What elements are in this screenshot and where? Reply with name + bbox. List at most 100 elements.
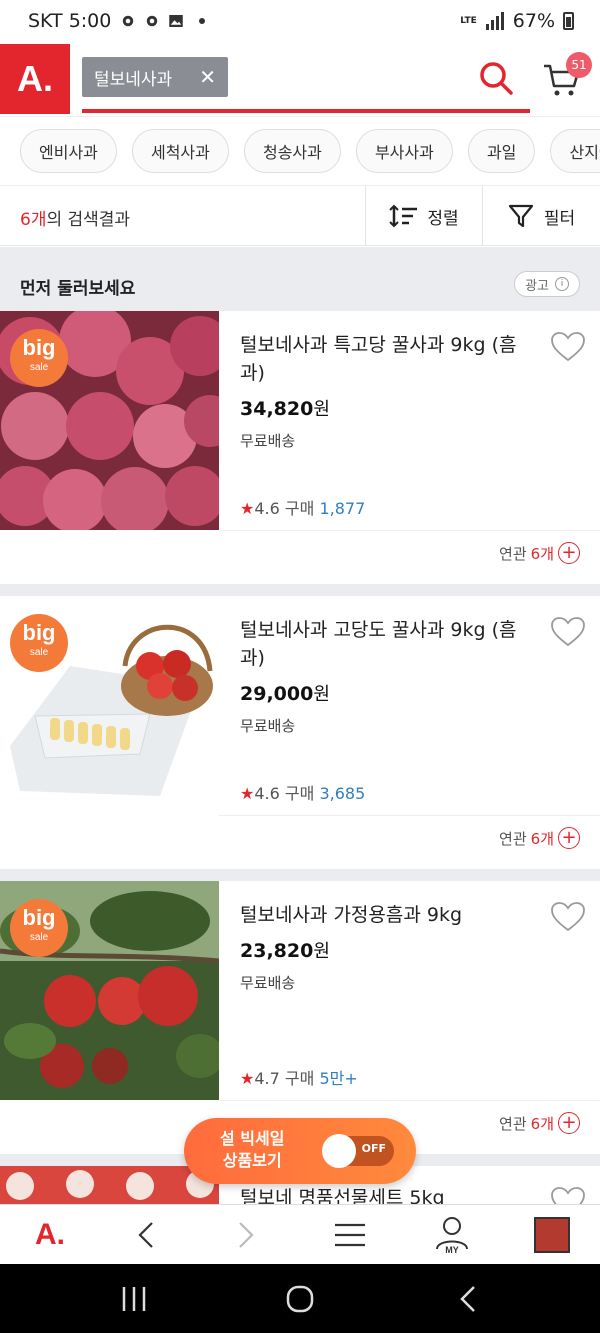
- product-title[interactable]: 털보네 명품선물세트 5kg: [240, 1184, 530, 1204]
- clear-search-icon[interactable]: ✕: [199, 65, 216, 89]
- product-title[interactable]: 털보네사과 가정용흠과 9kg: [240, 901, 530, 929]
- product-image[interactable]: big sale: [0, 311, 219, 530]
- rating-value: 4.7: [254, 1069, 280, 1088]
- shipping-info: 무료배송: [240, 432, 296, 450]
- price-currency: 원: [313, 399, 330, 420]
- price-currency: 원: [313, 684, 330, 705]
- card-gap: [0, 869, 600, 881]
- keyword-chip[interactable]: 과일: [467, 129, 536, 173]
- related-label: 연관: [499, 829, 527, 848]
- star-icon: ★: [240, 499, 255, 518]
- toggle-switch[interactable]: OFF: [322, 1134, 394, 1168]
- gift-set-photo: [0, 1166, 219, 1204]
- buy-label: 구매: [284, 499, 315, 518]
- status-left: SKT 5:00: [28, 10, 206, 32]
- product-image[interactable]: big sale: [0, 881, 219, 1100]
- heart-icon[interactable]: [550, 901, 586, 933]
- result-count-suffix: 의 검색결과: [46, 210, 131, 230]
- keyword-chip[interactable]: 청송사과: [243, 129, 341, 173]
- product-card[interactable]: big sale 털보네사과 고당도 꿀사과 9kg (흠과) 29,000원 무…: [0, 596, 600, 869]
- product-card[interactable]: big sale 털보네사과 가정용흠과 9kg 23,820원 무료배송 ★4.…: [0, 881, 600, 1154]
- notification-dot-icon: [199, 18, 206, 24]
- status-bar: SKT 5:00 LTE 67%: [0, 0, 600, 44]
- plus-circle-icon: +: [558, 1112, 580, 1134]
- heart-icon[interactable]: [550, 1186, 586, 1204]
- search-header: A. 털보네사과 ✕: [0, 44, 600, 116]
- product-card[interactable]: big sale 털보네사과 특고당 꿀사과 9kg (흠과) 34,820원 무…: [0, 311, 600, 584]
- recent-item-button[interactable]: [522, 1205, 582, 1265]
- carrier-time: SKT 5:00: [28, 10, 112, 32]
- chevron-left-icon: [138, 1222, 153, 1248]
- status-right: LTE 67%: [460, 10, 574, 32]
- search-icon[interactable]: [478, 60, 514, 96]
- plus-circle-icon: +: [558, 827, 580, 849]
- menu-button[interactable]: [320, 1205, 380, 1265]
- big-sale-badge: big sale: [10, 329, 68, 387]
- filter-icon: [508, 204, 533, 228]
- forward-button[interactable]: [216, 1205, 276, 1265]
- big-sale-badge-big: big: [22, 620, 56, 645]
- home-button[interactable]: A.: [20, 1205, 80, 1265]
- gallery-icon: [169, 15, 184, 27]
- keyword-chip[interactable]: 산지애사: [550, 129, 600, 173]
- divider: [219, 530, 600, 531]
- big-sale-badge-sale: sale: [29, 647, 49, 658]
- product-title[interactable]: 털보네사과 고당도 꿀사과 9kg (흠과): [240, 616, 530, 672]
- product-title[interactable]: 털보네사과 특고당 꿀사과 9kg (흠과): [240, 331, 530, 387]
- cart-count-badge: 51: [566, 52, 592, 78]
- keyword-chip[interactable]: 세척사과: [131, 129, 229, 173]
- price-value: 34,820: [240, 398, 314, 420]
- settings-icon: [123, 15, 134, 27]
- recent-apps-icon[interactable]: [114, 1281, 154, 1317]
- keyword-chip[interactable]: 엔비사과: [20, 129, 117, 173]
- promo-line2: 상품보기: [222, 1151, 282, 1170]
- search-term-chip[interactable]: 털보네사과 ✕: [82, 57, 228, 97]
- heart-icon[interactable]: [550, 616, 586, 648]
- toggle-state: OFF: [361, 1142, 386, 1155]
- related-count: 6개: [530, 544, 554, 563]
- menu-icon: [335, 1223, 365, 1247]
- bottom-nav: A. MY: [0, 1204, 600, 1264]
- related-button[interactable]: 연관 6개 +: [499, 827, 580, 849]
- chevron-right-icon: [239, 1222, 254, 1248]
- buy-count: 5만+: [319, 1069, 358, 1088]
- app-logo[interactable]: A.: [0, 44, 70, 114]
- plus-circle-icon: +: [558, 542, 580, 564]
- related-button[interactable]: 연관 6개 +: [499, 1112, 580, 1134]
- rating-row: ★4.6 구매 3,685: [240, 780, 365, 804]
- toggle-knob: [322, 1134, 356, 1168]
- product-price: 34,820원: [240, 395, 330, 421]
- battery-icon: [563, 12, 574, 30]
- product-price: 29,000원: [240, 680, 330, 706]
- keyword-chip[interactable]: 부사사과: [355, 129, 453, 173]
- promo-toggle[interactable]: 설 빅세일 상품보기 OFF: [184, 1118, 416, 1184]
- back-button[interactable]: [116, 1205, 176, 1265]
- battery-percent: 67%: [512, 10, 555, 32]
- network-type: LTE: [460, 15, 477, 26]
- related-button[interactable]: 연관 6개 +: [499, 542, 580, 564]
- home-logo: A.: [35, 1218, 65, 1251]
- sort-button[interactable]: 정렬: [366, 186, 482, 246]
- related-label: 연관: [499, 544, 527, 563]
- results-bar: 6개의 검색결과 정렬 필터: [0, 186, 600, 246]
- rating-value: 4.6: [254, 499, 280, 518]
- related-count: 6개: [530, 829, 554, 848]
- ad-badge[interactable]: 광고 i: [514, 271, 580, 297]
- buy-label: 구매: [284, 1069, 315, 1088]
- result-count-number: 6개: [20, 210, 47, 230]
- home-icon[interactable]: [280, 1281, 320, 1317]
- big-sale-badge: big sale: [10, 899, 68, 957]
- back-icon[interactable]: [450, 1281, 490, 1317]
- product-image[interactable]: [0, 1166, 219, 1204]
- heart-icon[interactable]: [550, 331, 586, 363]
- shipping-info: 무료배송: [240, 974, 296, 992]
- related-count: 6개: [530, 1114, 554, 1133]
- user-icon: MY: [436, 1217, 468, 1255]
- product-image[interactable]: big sale: [0, 596, 219, 815]
- sort-icon: [389, 204, 418, 228]
- filter-button[interactable]: 필터: [483, 186, 600, 246]
- big-sale-badge-sale: sale: [29, 362, 49, 373]
- section-title: 먼저 둘러보세요: [20, 279, 136, 299]
- result-count: 6개의 검색결과: [20, 205, 130, 230]
- my-page-button[interactable]: MY: [422, 1205, 482, 1265]
